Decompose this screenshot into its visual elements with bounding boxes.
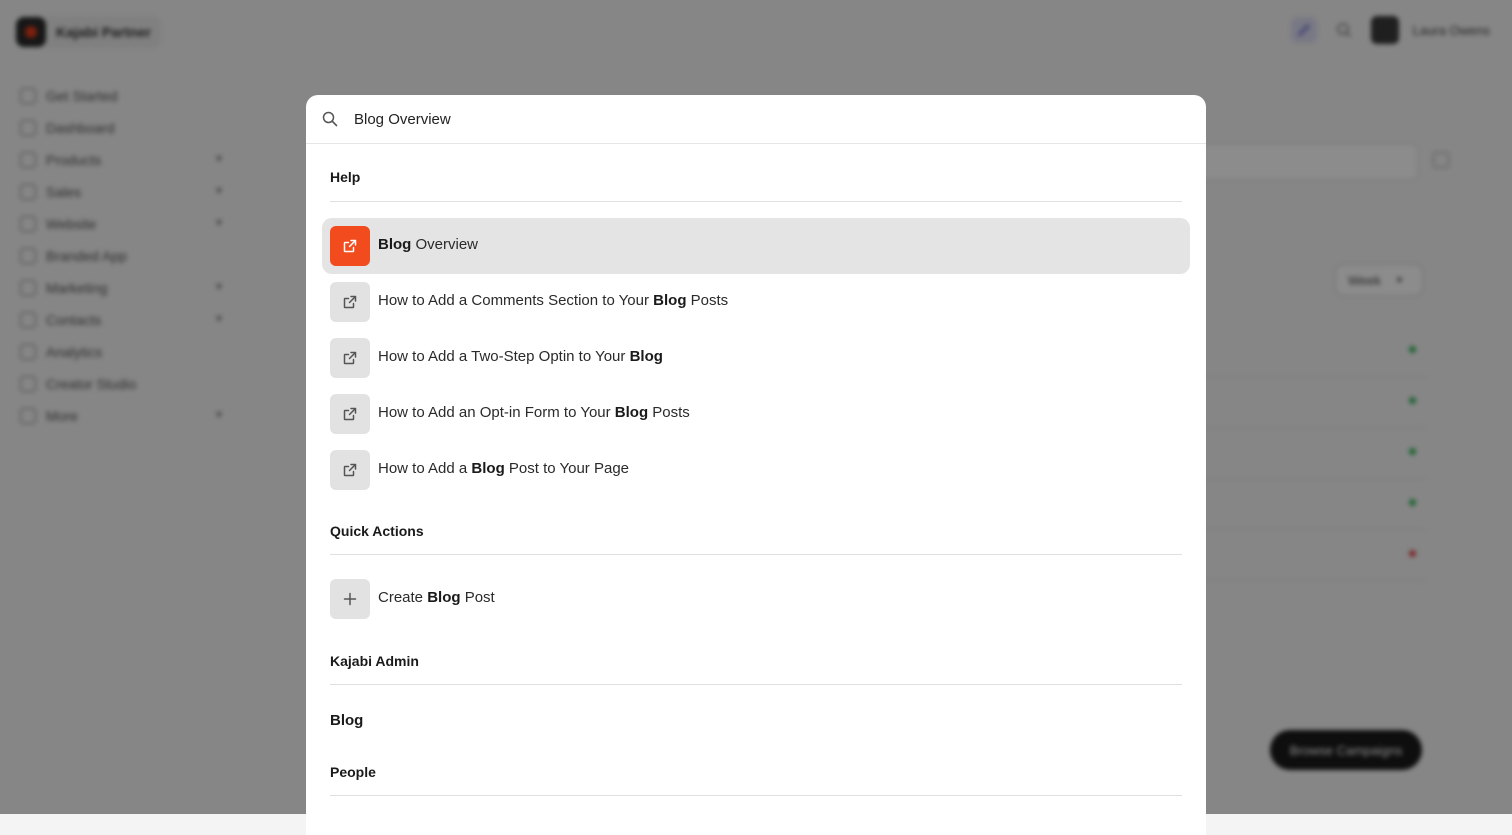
result-text-part: Posts <box>686 292 729 309</box>
result-text-part: Overview <box>411 236 479 253</box>
result-text-part: How to Add a Two-Step Optin to Your <box>378 348 630 365</box>
section-heading-quick-actions: Quick Actions <box>330 523 424 539</box>
section-divider <box>330 684 1182 685</box>
section-divider <box>330 201 1182 202</box>
result-label: Blog Overview <box>378 236 478 253</box>
search-icon <box>322 111 338 127</box>
result-text-part: Posts <box>648 404 690 421</box>
result-label: How to Add a Comments Section to Your Bl… <box>378 292 728 309</box>
match-highlight: Blog <box>653 292 687 309</box>
section-divider <box>330 554 1182 555</box>
section-heading-people: People <box>330 764 376 780</box>
result-item[interactable]: How to Add a Two-Step Optin to Your Blog <box>322 330 1190 386</box>
match-highlight: Blog <box>427 589 461 606</box>
result-text-part: Post to Your Page <box>504 460 629 477</box>
search-input[interactable] <box>354 105 1174 133</box>
plus-icon <box>330 579 370 619</box>
result-text-part: How to Add a Comments Section to Your <box>378 292 654 309</box>
result-item[interactable]: How to Add a Comments Section to Your Bl… <box>322 274 1190 330</box>
result-text-part: Post <box>460 589 495 606</box>
admin-item-blog[interactable]: Blog <box>330 712 363 729</box>
external-link-icon <box>330 282 370 322</box>
result-label: How to Add an Opt-in Form to Your Blog P… <box>378 404 690 421</box>
result-label: Create Blog Post <box>378 589 495 606</box>
section-divider <box>330 795 1182 796</box>
match-highlight: Blog <box>614 404 649 421</box>
result-item-selected[interactable]: Blog Overview <box>322 218 1190 274</box>
palette-search-bar <box>306 95 1206 144</box>
command-palette: Help Blog Overview How to Add a Comments … <box>306 95 1206 835</box>
match-highlight: Blog <box>471 460 505 477</box>
external-link-icon <box>330 394 370 434</box>
section-heading-kajabi-admin: Kajabi Admin <box>330 653 419 669</box>
external-link-icon <box>330 450 370 490</box>
external-link-icon <box>330 226 370 266</box>
result-text-part: Create <box>378 589 428 606</box>
result-label: How to Add a Two-Step Optin to Your Blog <box>378 348 663 365</box>
result-text-part: How to Add a <box>378 460 472 477</box>
result-text-part: How to Add an Opt-in Form to Your <box>378 404 615 421</box>
external-link-icon <box>330 338 370 378</box>
result-item[interactable]: Create Blog Post <box>322 571 1190 627</box>
match-highlight: Blog <box>378 236 412 253</box>
result-item[interactable]: How to Add an Opt-in Form to Your Blog P… <box>322 386 1190 442</box>
section-heading-help: Help <box>330 169 361 185</box>
match-highlight: Blog <box>629 348 663 365</box>
result-item[interactable]: How to Add a Blog Post to Your Page <box>322 442 1190 498</box>
result-label: How to Add a Blog Post to Your Page <box>378 460 629 477</box>
